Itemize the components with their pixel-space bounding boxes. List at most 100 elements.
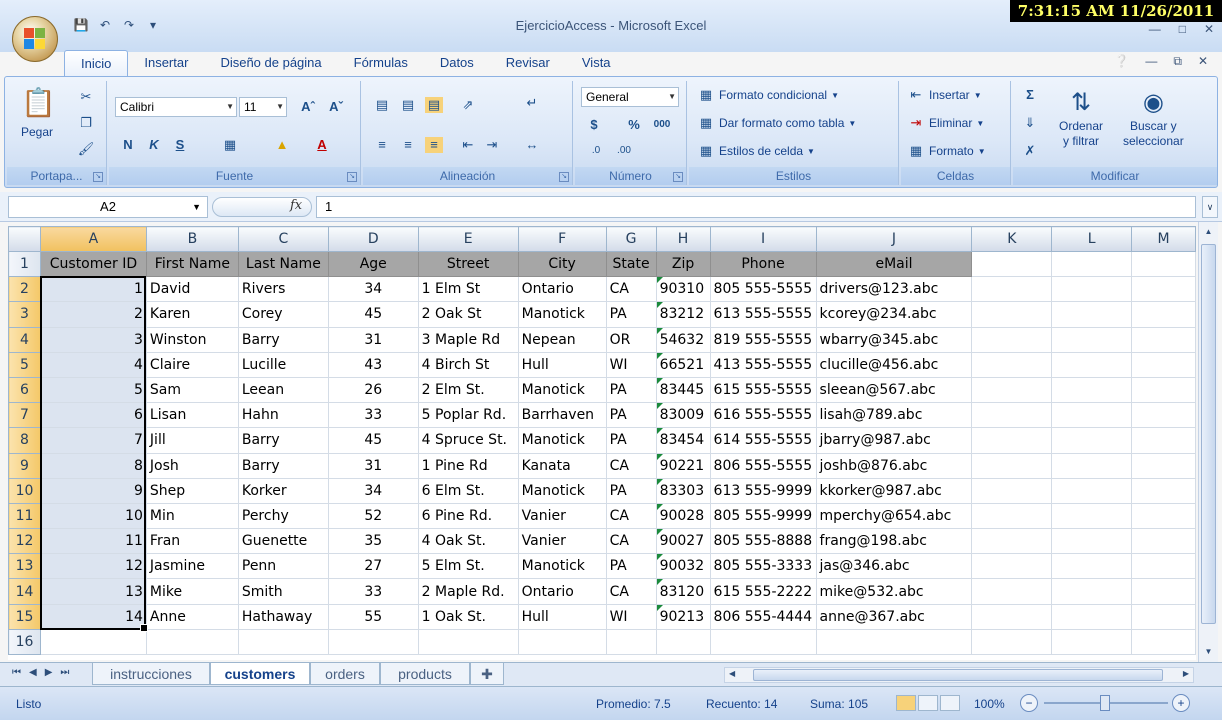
table-cell[interactable]: 805 555-3333: [709, 553, 817, 580]
table-cell[interactable]: joshb@876.abc: [815, 452, 973, 479]
table-cell[interactable]: 4 Birch St: [417, 351, 519, 378]
table-cell[interactable]: Josh: [145, 452, 239, 479]
close-icon[interactable]: ✕: [1204, 22, 1214, 36]
table-cell[interactable]: 805 555-9999: [709, 502, 817, 530]
empty-cell[interactable]: [971, 351, 1053, 378]
column-header[interactable]: M: [1131, 226, 1196, 252]
table-cell[interactable]: Winston: [145, 326, 239, 353]
format-cells-button[interactable]: ▦ Formato ▼: [907, 143, 986, 159]
empty-cell[interactable]: [145, 628, 239, 656]
table-cell[interactable]: anne@367.abc: [815, 603, 973, 630]
row-header[interactable]: 13: [8, 553, 41, 580]
table-cell[interactable]: CA: [605, 528, 657, 555]
table-cell[interactable]: 83303: [655, 477, 711, 504]
increase-decimal-icon[interactable]: .0: [587, 143, 605, 159]
table-cell[interactable]: 43: [327, 351, 419, 378]
tab-datos[interactable]: Datos: [424, 50, 490, 76]
table-cell[interactable]: 13: [39, 578, 147, 605]
table-cell[interactable]: 6 Pine Rd.: [417, 502, 519, 530]
table-cell[interactable]: drivers@123.abc: [815, 276, 973, 303]
table-cell[interactable]: Kanata: [517, 452, 607, 479]
font-name-select[interactable]: Calibri ▼: [115, 97, 237, 117]
table-cell[interactable]: Mike: [145, 578, 239, 605]
percent-icon[interactable]: %: [625, 117, 643, 133]
empty-cell[interactable]: [1051, 578, 1133, 605]
table-cell[interactable]: 83009: [655, 402, 711, 429]
empty-cell[interactable]: [971, 452, 1053, 479]
shrink-font-icon[interactable]: Aˇ: [327, 99, 345, 115]
column-header[interactable]: F: [517, 226, 607, 252]
table-cell[interactable]: 31: [327, 326, 419, 353]
table-cell[interactable]: PA: [605, 553, 657, 580]
row-header[interactable]: 5: [8, 351, 41, 378]
empty-cell[interactable]: [971, 427, 1053, 454]
table-cell[interactable]: Penn: [237, 553, 329, 580]
table-cell[interactable]: 8: [39, 452, 147, 479]
maximize-icon[interactable]: □: [1179, 22, 1186, 36]
table-cell[interactable]: David: [145, 276, 239, 303]
table-header-cell[interactable]: State: [605, 250, 657, 278]
table-header-cell[interactable]: Age: [327, 250, 419, 278]
table-cell[interactable]: Barry: [237, 452, 329, 479]
empty-cell[interactable]: [1131, 578, 1196, 605]
copy-icon[interactable]: ❐: [77, 115, 95, 131]
table-cell[interactable]: 4 Oak St.: [417, 528, 519, 555]
table-cell[interactable]: Manotick: [517, 427, 607, 454]
empty-cell[interactable]: [971, 603, 1053, 630]
table-cell[interactable]: 5 Elm St.: [417, 553, 519, 580]
table-cell[interactable]: 805 555-8888: [709, 528, 817, 555]
empty-cell[interactable]: [1051, 351, 1133, 378]
empty-cell[interactable]: [971, 528, 1053, 555]
scroll-left-icon[interactable]: ◀: [729, 669, 735, 678]
empty-cell[interactable]: [1131, 326, 1196, 353]
office-button[interactable]: [12, 16, 58, 62]
empty-cell[interactable]: [605, 628, 657, 656]
table-cell[interactable]: CA: [605, 276, 657, 303]
dialog-launcher-icon[interactable]: ↘: [93, 172, 103, 182]
table-cell[interactable]: 35: [327, 528, 419, 555]
row-header[interactable]: 16: [8, 628, 41, 656]
table-cell[interactable]: 806 555-4444: [709, 603, 817, 630]
ribbon-minimize-icon[interactable]: —: [1145, 54, 1157, 69]
normal-view-icon[interactable]: [896, 695, 916, 711]
table-cell[interactable]: wbarry@345.abc: [815, 326, 973, 353]
tab-inicio[interactable]: Inicio: [64, 50, 129, 76]
empty-cell[interactable]: [1051, 301, 1133, 328]
table-cell[interactable]: 4 Spruce St.: [417, 427, 519, 454]
table-cell[interactable]: 2: [39, 301, 147, 328]
table-cell[interactable]: Korker: [237, 477, 329, 504]
table-cell[interactable]: 3 Maple Rd: [417, 326, 519, 353]
table-cell[interactable]: 615 555-5555: [709, 376, 817, 404]
empty-cell[interactable]: [815, 628, 973, 656]
row-header[interactable]: 3: [8, 301, 41, 328]
table-cell[interactable]: Leean: [237, 376, 329, 404]
empty-cell[interactable]: [971, 276, 1053, 303]
column-header[interactable]: J: [815, 226, 973, 252]
align-top-icon[interactable]: ▤: [373, 97, 391, 113]
row-header[interactable]: 8: [8, 427, 41, 454]
table-cell[interactable]: Vanier: [517, 528, 607, 555]
empty-cell[interactable]: [417, 628, 519, 656]
tab-revisar[interactable]: Revisar: [490, 50, 566, 76]
empty-cell[interactable]: [517, 628, 607, 656]
tab-diseno[interactable]: Diseño de página: [204, 50, 337, 76]
table-cell[interactable]: 1 Elm St: [417, 276, 519, 303]
table-cell[interactable]: 34: [327, 477, 419, 504]
table-cell[interactable]: 613 555-5555: [709, 301, 817, 328]
empty-cell[interactable]: [971, 578, 1053, 605]
ribbon-close-icon[interactable]: ✕: [1198, 54, 1208, 69]
table-cell[interactable]: 3: [39, 326, 147, 353]
wrap-text-icon[interactable]: ↵: [523, 95, 541, 111]
empty-cell[interactable]: [1131, 452, 1196, 479]
empty-cell[interactable]: [1051, 452, 1133, 479]
table-cell[interactable]: PA: [605, 477, 657, 504]
empty-cell[interactable]: [1131, 301, 1196, 328]
thousands-icon[interactable]: 000: [653, 117, 671, 133]
row-header[interactable]: 14: [8, 578, 41, 605]
table-cell[interactable]: jbarry@987.abc: [815, 427, 973, 454]
zoom-level[interactable]: 100%: [974, 697, 1005, 711]
table-cell[interactable]: 27: [327, 553, 419, 580]
format-as-table-button[interactable]: ▦ Dar formato como tabla ▼: [697, 115, 856, 131]
page-break-view-icon[interactable]: [940, 695, 960, 711]
conditional-format-button[interactable]: ▦ Formato condicional ▼: [697, 87, 839, 103]
